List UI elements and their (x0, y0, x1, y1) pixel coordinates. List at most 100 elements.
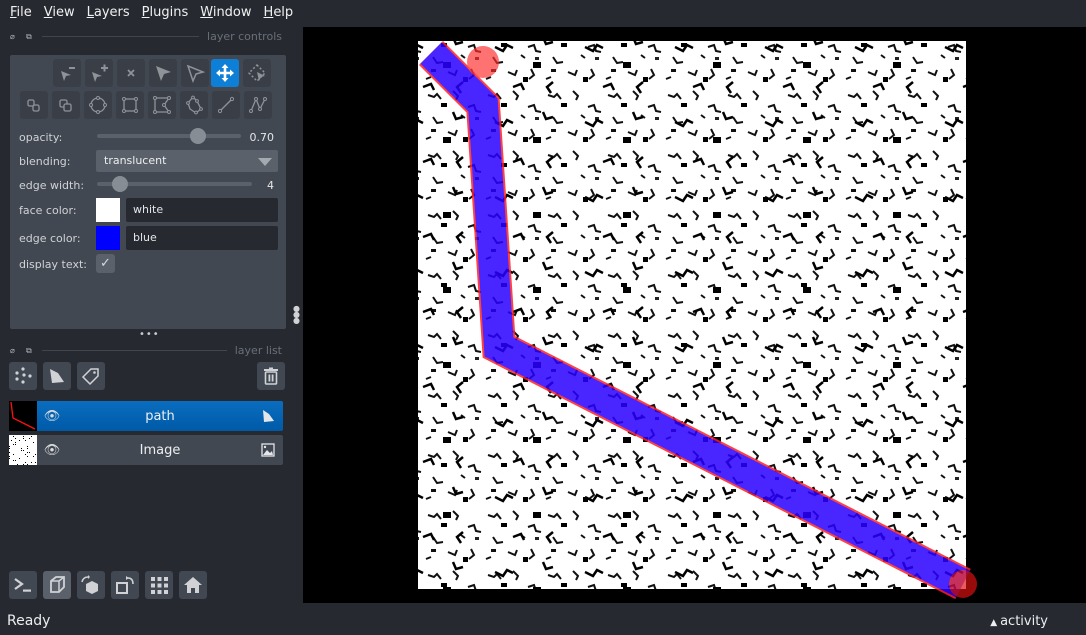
move-to-back-button[interactable] (20, 91, 48, 119)
select-vertices-button[interactable] (149, 59, 177, 87)
layer-controls-title: layer controls (207, 29, 282, 43)
image-layer-type-icon (253, 443, 283, 457)
reset-view-button[interactable] (179, 571, 207, 599)
menu-layers-rest: ayers (93, 4, 130, 20)
line-icon (217, 96, 235, 114)
move-to-back-icon (27, 99, 40, 112)
edge-width-slider-handle[interactable] (112, 176, 129, 192)
pan-zoom-button[interactable] (211, 59, 239, 87)
activity-button[interactable]: ▲ activity (990, 614, 1048, 629)
face-color-input[interactable]: white (126, 198, 278, 222)
opacity-slider-handle[interactable] (189, 128, 206, 144)
panel-resize-handle[interactable]: ● ● ● (293, 305, 300, 325)
new-points-layer-button[interactable] (9, 362, 37, 390)
polygon-lasso-icon (186, 95, 203, 115)
polygon-icon (153, 96, 171, 114)
add-path-button[interactable] (244, 91, 272, 119)
move-arrows-icon (216, 64, 234, 82)
edge-width-slider[interactable] (97, 176, 252, 192)
opacity-label: opacity: (19, 131, 63, 144)
menu-bar: File View Layers Plugins Window Help (0, 0, 1086, 24)
menu-help[interactable]: Help (264, 5, 294, 20)
menu-layers-mnemonic: L (86, 4, 94, 20)
add-polygon-button[interactable] (148, 91, 176, 119)
roll-cube-icon (81, 575, 98, 594)
add-polygon-lasso-button[interactable] (180, 91, 208, 119)
display-text-checkbox[interactable]: ✓ (96, 254, 115, 273)
edge-color-label: edge color: (19, 232, 81, 245)
menu-window-rest: indow (212, 4, 252, 20)
transpose-button[interactable] (111, 571, 139, 599)
new-labels-layer-button[interactable] (77, 362, 105, 390)
edge-color-swatch[interactable] (96, 226, 120, 250)
toggle-ndisplay-button[interactable] (43, 571, 71, 599)
visibility-eye-icon[interactable]: 👁 (37, 409, 67, 424)
layer-controls-header: ⌀ ⧉ layer controls (10, 29, 282, 43)
status-text: Ready (7, 613, 51, 629)
menu-file[interactable]: File (10, 5, 32, 20)
viewer-canvas[interactable] (303, 27, 1086, 603)
layer-row-path[interactable]: 👁 path (9, 401, 283, 431)
console-prompt-icon (14, 578, 31, 592)
detach-panel-icon[interactable]: ⧉ (26, 346, 35, 354)
home-icon (184, 577, 202, 593)
grid-icon (151, 577, 168, 594)
path-layer-thumbnail (9, 401, 37, 431)
float-panel-icon[interactable]: ⌀ (10, 346, 19, 354)
roll-dimensions-button[interactable] (77, 571, 105, 599)
select-shapes-button[interactable] (181, 59, 209, 87)
edge-color-input[interactable]: blue (126, 226, 278, 250)
menu-plugins-mnemonic: P (141, 4, 150, 20)
splitter-handle[interactable]: ••• (139, 329, 160, 340)
menu-view-rest: iew (52, 4, 75, 20)
display-text-label: display text: (19, 258, 87, 271)
add-rectangle-button[interactable] (116, 91, 144, 119)
menu-help-rest: elp (273, 4, 294, 20)
face-color-text: white (133, 203, 164, 216)
delete-layer-button[interactable] (257, 362, 285, 390)
edge-color-text: blue (133, 231, 157, 244)
face-color-label: face color: (19, 204, 77, 217)
checkmark-icon: ✓ (100, 256, 111, 271)
dropdown-arrow-icon (258, 158, 272, 166)
grid-view-button[interactable] (145, 571, 173, 599)
points-icon (15, 367, 32, 384)
delete-x-icon (127, 69, 135, 77)
activity-arrow-icon: ▲ (990, 618, 1001, 628)
face-color-swatch[interactable] (96, 198, 120, 222)
move-to-front-button[interactable] (52, 91, 80, 119)
blending-dropdown[interactable]: translucent (96, 150, 278, 172)
new-shapes-layer-button[interactable] (43, 362, 71, 390)
menu-view[interactable]: View (44, 5, 75, 20)
add-points-button[interactable] (85, 59, 113, 87)
ellipse-icon (89, 96, 107, 114)
select-vertices-icon (156, 66, 171, 81)
visibility-eye-icon[interactable]: 👁 (37, 443, 67, 458)
opacity-value: 0.70 (249, 131, 275, 144)
layer-list-header: ⌀ ⧉ layer list (10, 343, 282, 357)
detach-panel-icon[interactable]: ⧉ (26, 32, 35, 40)
path-vertex-highlight (467, 46, 499, 78)
header-divider (42, 349, 227, 351)
menu-plugins[interactable]: Plugins (142, 5, 189, 20)
add-line-button[interactable] (212, 91, 240, 119)
layer-row-image[interactable]: 👁 Image (9, 435, 283, 465)
float-panel-icon[interactable]: ⌀ (10, 32, 19, 40)
label-tag-icon (81, 368, 99, 386)
remove-points-button[interactable] (53, 59, 81, 87)
image-layer-thumbnail (9, 435, 37, 465)
menu-layers[interactable]: Layers (87, 5, 130, 20)
menu-help-mnemonic: H (263, 4, 274, 20)
trash-icon (264, 367, 278, 385)
select-shapes-icon (186, 64, 205, 83)
menu-file-rest: ile (16, 4, 32, 20)
canvas-svg (418, 40, 977, 600)
menu-window[interactable]: Window (200, 5, 251, 20)
add-ellipse-button[interactable] (84, 91, 112, 119)
add-points-icon (92, 64, 108, 82)
console-button[interactable] (9, 571, 37, 599)
opacity-slider[interactable] (97, 128, 241, 144)
path-icon (249, 97, 267, 113)
delete-selected-button[interactable] (117, 59, 145, 87)
transform-button[interactable] (243, 59, 271, 87)
